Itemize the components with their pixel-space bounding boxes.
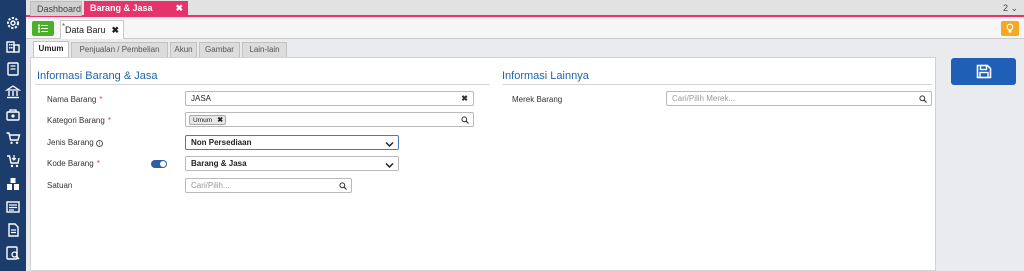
- kode-barang-select[interactable]: Barang & Jasa: [185, 156, 399, 171]
- close-icon[interactable]: ✖: [111, 21, 119, 39]
- merek-barang-placeholder: Cari/Pilih Merek...: [672, 94, 736, 103]
- app-root: Dashboard Barang & Jasa ✖ 2 ⌄ * Data Bar…: [0, 0, 1024, 271]
- unsaved-marker: *: [62, 22, 66, 31]
- tab-umum[interactable]: Umum: [33, 41, 69, 58]
- kategori-chip-label: Umum: [193, 117, 213, 124]
- merek-barang-label: Merek Barang: [512, 95, 563, 104]
- search-icon[interactable]: [339, 182, 347, 190]
- jenis-barang-select[interactable]: Non Persediaan: [185, 135, 399, 150]
- tab-penjualan-pembelian[interactable]: Penjualan / Pembelian: [71, 42, 168, 57]
- chevron-down-icon: [385, 139, 394, 152]
- report-icon[interactable]: [5, 199, 21, 215]
- cart-icon[interactable]: [5, 130, 21, 146]
- jenis-barang-label: Jenis Barang i: [47, 138, 103, 147]
- document-tab-bar: * Data Baru ✖: [26, 19, 1024, 39]
- top-tab-bar: Dashboard Barang & Jasa ✖ 2 ⌄: [26, 0, 1024, 17]
- tab-data-baru[interactable]: * Data Baru ✖: [60, 20, 124, 39]
- close-icon[interactable]: ✖: [175, 1, 183, 16]
- tab-lain-lain[interactable]: Lain-lain: [242, 42, 287, 57]
- satuan-input[interactable]: Cari/Pilih...: [185, 178, 352, 193]
- nama-barang-label: Nama Barang *: [47, 95, 103, 104]
- lightbulb-icon: [1006, 23, 1014, 33]
- kategori-chip: Umum ✖: [189, 115, 227, 125]
- search-icon[interactable]: [461, 116, 469, 124]
- floppy-disk-icon: [976, 64, 991, 79]
- tab-akun[interactable]: Akun: [170, 42, 197, 57]
- section-divider: [35, 84, 490, 85]
- save-button[interactable]: [951, 58, 1016, 85]
- settings-icon[interactable]: [5, 15, 21, 31]
- document-icon[interactable]: [5, 222, 21, 238]
- jenis-barang-value: Non Persediaan: [191, 138, 252, 147]
- tab-data-baru-label: Data Baru: [65, 25, 106, 35]
- tab-dashboard-label: Dashboard: [37, 4, 82, 14]
- window-count-dropdown[interactable]: 2 ⌄: [1003, 1, 1018, 16]
- nama-barang-input[interactable]: JASA ✖: [185, 91, 474, 106]
- tips-button[interactable]: [1001, 21, 1019, 36]
- satuan-label: Satuan: [47, 181, 73, 190]
- form-panel: Informasi Barang & Jasa Nama Barang * JAS…: [30, 57, 936, 271]
- kategori-barang-label: Kategori Barang *: [47, 116, 111, 125]
- kode-barang-value: Barang & Jasa: [191, 159, 247, 168]
- kode-barang-label: Kode Barang *: [47, 159, 100, 168]
- inventory-icon[interactable]: [5, 176, 21, 192]
- section-title-informasi-lainnya: Informasi Lainnya: [502, 70, 589, 82]
- chip-remove-icon[interactable]: ✖: [217, 116, 223, 125]
- sales-icon[interactable]: [5, 107, 21, 123]
- company-icon[interactable]: [5, 38, 21, 54]
- tab-dashboard[interactable]: Dashboard: [30, 1, 82, 16]
- purchase-icon[interactable]: [5, 153, 21, 169]
- kode-barang-auto-toggle[interactable]: [151, 160, 167, 168]
- satuan-placeholder: Cari/Pilih...: [191, 181, 230, 190]
- left-rail: [0, 0, 26, 271]
- list-icon: [38, 24, 48, 33]
- section-title-informasi-barang: Informasi Barang & Jasa: [37, 70, 158, 82]
- merek-barang-input[interactable]: Cari/Pilih Merek...: [666, 91, 932, 106]
- list-menu-button[interactable]: [32, 21, 54, 36]
- clear-icon[interactable]: ✖: [461, 92, 468, 105]
- search-report-icon[interactable]: [5, 245, 21, 261]
- nama-barang-value: JASA: [191, 94, 212, 103]
- section-divider: [502, 84, 932, 85]
- bank-icon[interactable]: [5, 84, 21, 100]
- book-icon[interactable]: [5, 61, 21, 77]
- info-icon[interactable]: i: [95, 140, 103, 147]
- tab-gambar[interactable]: Gambar: [199, 42, 240, 57]
- tab-barang-jasa-label: Barang & Jasa: [90, 3, 153, 13]
- search-icon[interactable]: [919, 95, 927, 103]
- kategori-barang-input[interactable]: Umum ✖: [185, 112, 474, 127]
- chevron-down-icon: [385, 160, 394, 173]
- tab-barang-jasa[interactable]: Barang & Jasa ✖: [84, 1, 188, 16]
